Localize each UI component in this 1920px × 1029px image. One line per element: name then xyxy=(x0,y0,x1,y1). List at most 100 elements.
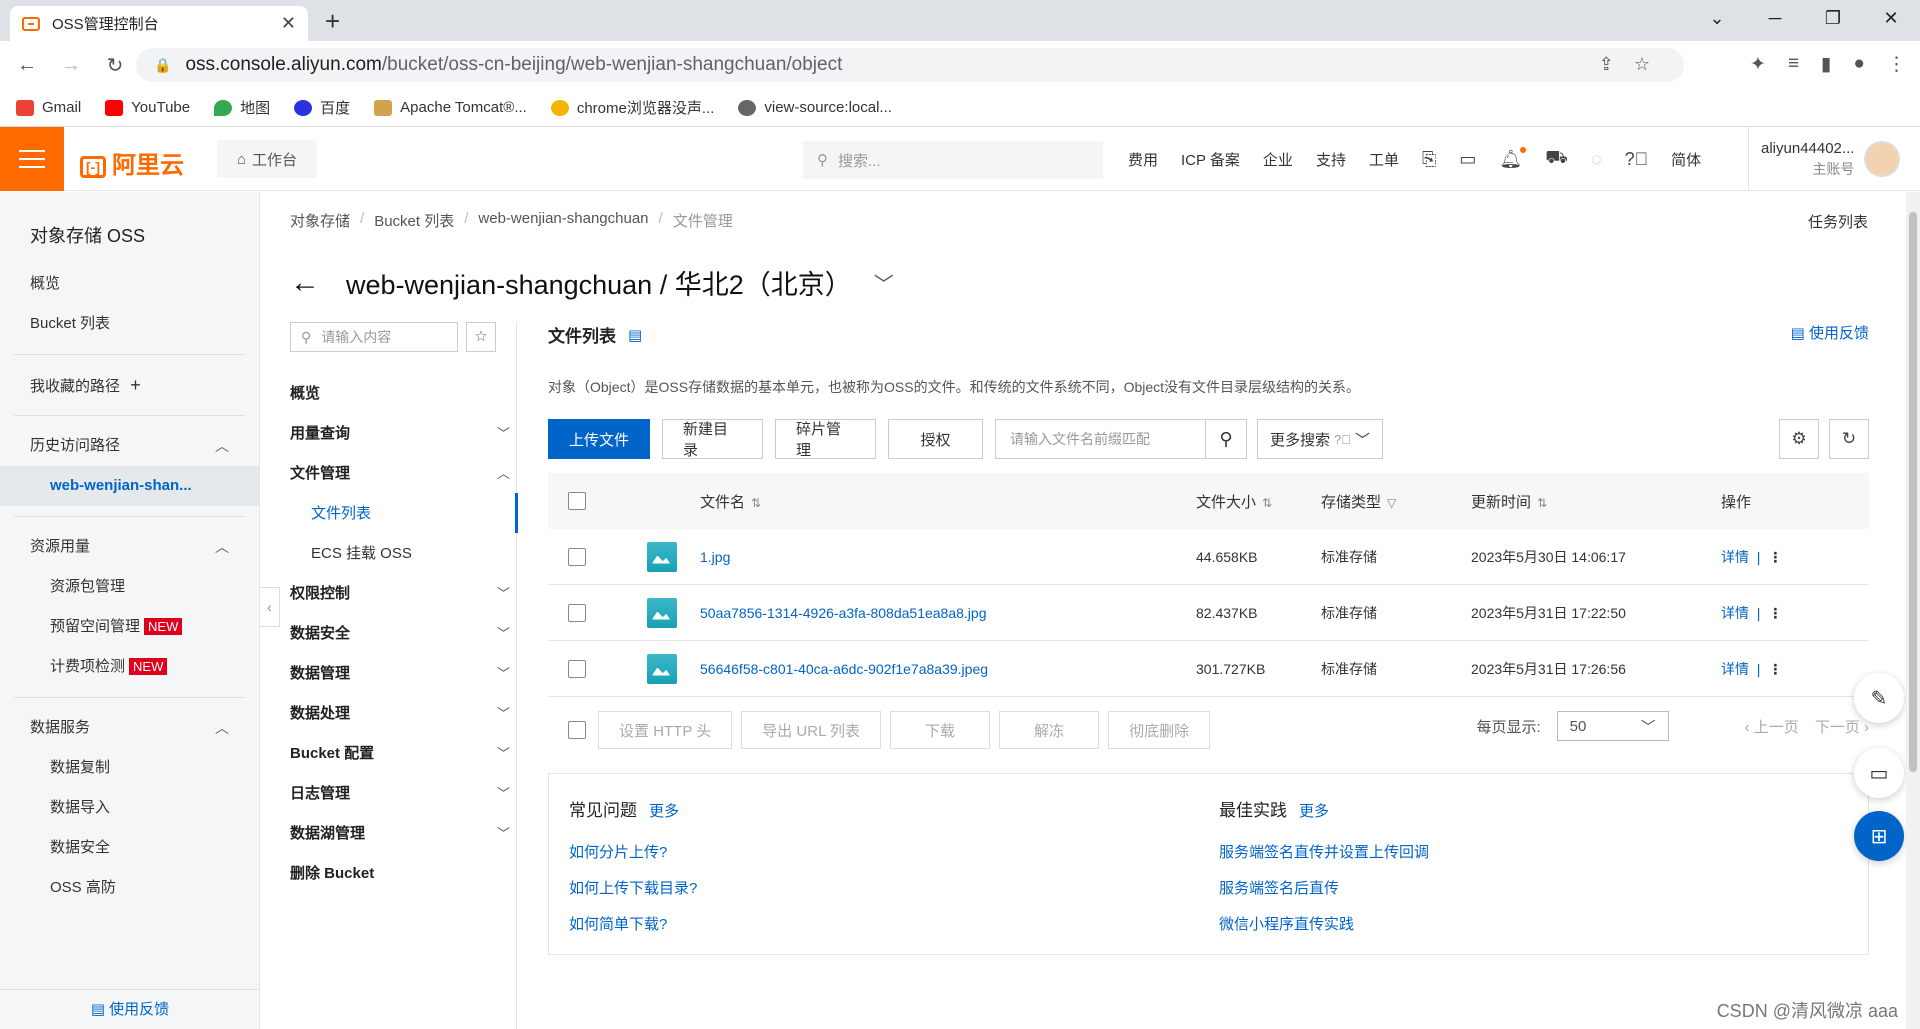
faq-link[interactable]: 如何简单下载? xyxy=(569,907,697,943)
download-button[interactable]: 下载 xyxy=(890,711,991,749)
sidebar-item-reserved-space[interactable]: 预留空间管理 NEW xyxy=(0,607,259,647)
faq-link[interactable]: 如何分片上传? xyxy=(569,835,697,871)
url-field[interactable]: 🔒 oss.console.aliyun.com/bucket/oss-cn-b… xyxy=(136,48,1684,82)
column-header-name[interactable]: 文件名 ⇅ xyxy=(700,491,761,512)
extensions-icon[interactable]: ✦ xyxy=(1750,53,1766,76)
add-icon[interactable]: + xyxy=(130,375,141,395)
menu-icon[interactable]: ⋮ xyxy=(1887,53,1906,76)
authorize-button[interactable]: 授权 xyxy=(888,419,983,459)
row-checkbox[interactable] xyxy=(568,547,586,566)
details-link[interactable]: 详情 xyxy=(1721,605,1749,621)
bookmark-chrome-sound[interactable]: chrome浏览器没声... xyxy=(550,97,714,118)
chat-float-icon[interactable]: ▭ xyxy=(1854,748,1904,798)
fragment-management-button[interactable]: 碎片管理 xyxy=(775,419,876,459)
submenu-log-management[interactable]: 日志管理 ﹀ xyxy=(290,774,516,814)
close-tab-icon[interactable]: ✕ xyxy=(281,13,296,34)
submenu-permission[interactable]: 权限控制 ﹀ xyxy=(290,574,516,614)
new-directory-button[interactable]: 新建目录 xyxy=(662,419,763,459)
favorite-star-icon[interactable]: ☆ xyxy=(466,322,496,352)
bulk-select-checkbox[interactable] xyxy=(568,721,586,739)
tab-search-icon[interactable]: ⌄ xyxy=(1688,0,1746,36)
sort-icon[interactable]: ⇅ xyxy=(1262,496,1272,510)
sidebar-item-resource-pack[interactable]: 资源包管理 xyxy=(0,567,259,607)
hamburger-menu-icon[interactable] xyxy=(0,127,64,191)
sidebar-item-bucket-list[interactable]: Bucket 列表 xyxy=(0,304,259,344)
browser-tab[interactable]: OSS管理控制台 ✕ xyxy=(10,6,308,41)
submenu-bucket-config[interactable]: Bucket 配置 ﹀ xyxy=(290,734,516,774)
restore-icon[interactable]: ❐ xyxy=(1804,0,1862,36)
profile-icon[interactable]: ● xyxy=(1854,53,1865,76)
export-url-button[interactable]: 导出 URL 列表 xyxy=(741,711,882,749)
sidebar-group-history[interactable]: 历史访问路径 ︿ xyxy=(0,426,259,466)
side-panel-icon[interactable]: ▮ xyxy=(1821,53,1831,76)
more-actions-icon[interactable]: ⋮ xyxy=(1768,661,1782,677)
details-link[interactable]: 详情 xyxy=(1721,549,1749,565)
task-list-link[interactable]: 任务列表 xyxy=(1808,211,1868,232)
nav-link-support[interactable]: 支持 xyxy=(1316,149,1346,170)
nav-link-enterprise[interactable]: 企业 xyxy=(1263,149,1293,170)
sidebar-feedback-link[interactable]: ▤ 使用反馈 xyxy=(0,989,259,1029)
column-header-size[interactable]: 文件大小 ⇅ xyxy=(1196,491,1272,512)
reading-list-icon[interactable]: ≡ xyxy=(1788,53,1799,76)
sidebar-item-history-bucket[interactable]: web-wenjian-shan... xyxy=(0,466,259,506)
unfreeze-button[interactable]: 解冻 xyxy=(999,711,1100,749)
api-icon[interactable]: ⎘ xyxy=(1422,149,1436,170)
settings-gear-icon[interactable]: ⚙ xyxy=(1779,419,1819,459)
workbench-button[interactable]: ⌂ 工作台 xyxy=(217,140,317,178)
sidebar-item-favorites[interactable]: 我收藏的路径 + xyxy=(0,365,259,405)
collapse-sidebar-icon[interactable]: ‹ xyxy=(260,587,280,627)
details-link[interactable]: 详情 xyxy=(1721,661,1749,677)
next-page-button[interactable]: 下一页 › xyxy=(1815,716,1869,737)
breadcrumb-bucket[interactable]: web-wenjian-shangchuan xyxy=(478,210,648,231)
file-name-link[interactable]: 50aa7856-1314-4926-a3fa-808da51ea8a8.jpg xyxy=(700,605,986,621)
row-checkbox[interactable] xyxy=(568,603,586,622)
notification-bell-icon[interactable]: 🔔︎ xyxy=(1499,146,1527,170)
faq-more-link[interactable]: 更多 xyxy=(649,803,679,820)
bookmark-baidu[interactable]: 百度 xyxy=(294,97,350,118)
sidebar-item-data-import[interactable]: 数据导入 xyxy=(0,788,259,828)
sort-icon[interactable]: ⇅ xyxy=(751,496,761,510)
more-actions-icon[interactable]: ⋮ xyxy=(1768,549,1782,565)
refresh-icon[interactable]: ↻ xyxy=(1829,419,1869,459)
sort-icon[interactable]: ⇅ xyxy=(1537,496,1547,510)
lightbulb-icon[interactable]: ◌ xyxy=(1591,149,1602,170)
reload-icon[interactable]: ↻ xyxy=(98,53,132,78)
share-icon[interactable]: ⇪ xyxy=(1599,54,1634,74)
nav-link-ticket[interactable]: 工单 xyxy=(1369,149,1399,170)
sidebar-item-overview[interactable]: 概览 xyxy=(0,264,259,304)
set-http-header-button[interactable]: 设置 HTTP 头 xyxy=(598,711,733,749)
submenu-ecs-mount[interactable]: ECS 挂载 OSS xyxy=(290,534,516,574)
sidebar-item-oss-ddos[interactable]: OSS 高防 xyxy=(0,868,259,908)
bookmark-gmail[interactable]: Gmail xyxy=(16,99,81,116)
filter-icon[interactable]: ▽ xyxy=(1387,496,1396,510)
file-prefix-search-input[interactable]: 请输入文件名前缀匹配 xyxy=(995,419,1205,459)
best-practice-link[interactable]: 服务端签名直传并设置上传回调 xyxy=(1219,835,1429,871)
best-practice-more-link[interactable]: 更多 xyxy=(1299,803,1329,820)
more-actions-icon[interactable]: ⋮ xyxy=(1768,605,1782,621)
minimize-icon[interactable]: ─ xyxy=(1746,0,1804,36)
edit-float-icon[interactable]: ✎ xyxy=(1854,673,1904,723)
submenu-usage[interactable]: 用量查询 ﹀ xyxy=(290,414,516,454)
submenu-data-lake[interactable]: 数据湖管理 ﹀ xyxy=(290,814,516,854)
bookmark-youtube[interactable]: YouTube xyxy=(105,99,190,116)
prev-page-button[interactable]: ‹ 上一页 xyxy=(1745,716,1799,737)
search-icon[interactable]: ⚲ xyxy=(1205,419,1247,459)
nav-link-billing[interactable]: 费用 xyxy=(1128,149,1158,170)
submenu-search-input[interactable]: ⚲ 请输入内容 xyxy=(290,322,458,352)
forward-icon[interactable]: → xyxy=(54,54,88,77)
sidebar-item-billing-check[interactable]: 计费项检测 NEW xyxy=(0,647,259,687)
sidebar-group-resource[interactable]: 资源用量 ︿ xyxy=(0,527,259,567)
submenu-data-processing[interactable]: 数据处理 ﹀ xyxy=(290,694,516,734)
column-header-type[interactable]: 存储类型 ▽ xyxy=(1321,491,1396,512)
back-icon[interactable]: ← xyxy=(10,54,44,77)
bookmark-tomcat[interactable]: Apache Tomcat®... xyxy=(374,99,527,116)
bookmark-view-source[interactable]: view-source:local... xyxy=(738,99,892,116)
submenu-overview[interactable]: 概览 xyxy=(290,374,516,414)
sidebar-item-data-replication[interactable]: 数据复制 xyxy=(0,748,259,788)
feedback-link[interactable]: ▤ 使用反馈 xyxy=(1791,322,1869,343)
row-checkbox[interactable] xyxy=(568,659,586,678)
sidebar-group-data-service[interactable]: 数据服务 ︿ xyxy=(0,708,259,748)
submenu-delete-bucket[interactable]: 删除 Bucket xyxy=(290,854,516,894)
permanent-delete-button[interactable]: 彻底删除 xyxy=(1108,711,1211,749)
breadcrumb-bucket-list[interactable]: Bucket 列表 xyxy=(374,210,454,231)
